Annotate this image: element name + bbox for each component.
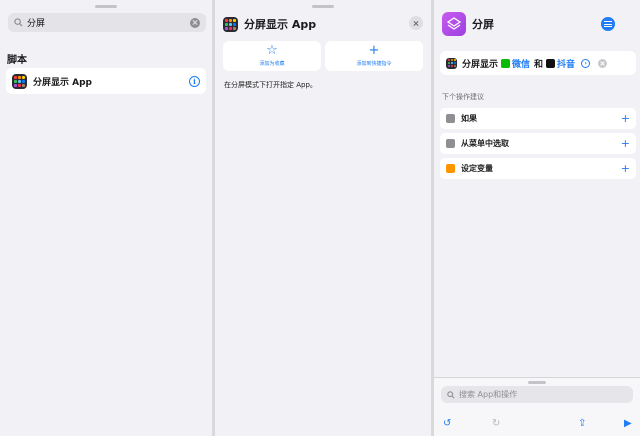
script-detail-panel: 分屏显示 App ☆ 添加为收藏 + 添加到快捷指令 在分屏模式下打开指定 Ap…	[215, 0, 431, 436]
detail-header: 分屏显示 App	[223, 16, 316, 32]
add-to-shortcuts-label: 添加到快捷指令	[356, 61, 392, 67]
plus-icon: +	[368, 43, 380, 58]
app-token-label: 抖音	[557, 59, 576, 70]
search-input[interactable]: 分屏	[27, 16, 190, 29]
info-icon[interactable]: i	[189, 75, 200, 87]
add-icon[interactable]: +	[621, 138, 630, 149]
redo-icon[interactable]: ↻	[492, 418, 500, 430]
add-to-favorites-label: 添加为收藏	[259, 61, 285, 67]
add-to-shortcuts-button[interactable]: + 添加到快捷指令	[325, 41, 423, 71]
suggestion-choose-from-menu[interactable]: 从菜单中选取 +	[440, 133, 636, 154]
menu-icon	[446, 139, 455, 148]
remove-action-icon[interactable]	[598, 58, 608, 68]
settings-icon[interactable]	[601, 17, 615, 31]
douyin-icon	[546, 58, 556, 68]
action-search-input[interactable]: 搜索 App和操作	[459, 389, 517, 400]
add-icon[interactable]: +	[621, 113, 630, 124]
script-description: 在分屏模式下打开指定 App。	[224, 81, 317, 89]
add-icon[interactable]: +	[621, 163, 630, 174]
action-search-sheet: 搜索 App和操作 ↺ ↻ ⇪ ▶	[434, 377, 640, 436]
drag-handle[interactable]	[312, 5, 334, 8]
action-verb: 分屏显示	[462, 59, 499, 70]
shortcut-icon[interactable]	[442, 12, 466, 36]
drag-handle[interactable]	[528, 381, 546, 384]
conjunction: 和	[534, 59, 544, 70]
app-token-wechat[interactable]: 微信	[501, 57, 530, 70]
editor-toolbar: ↺ ↻ ⇪ ▶	[434, 414, 640, 434]
suggestion-label: 设定变量	[461, 164, 493, 173]
app-token-douyin[interactable]: 抖音	[546, 57, 575, 70]
section-title: 脚本	[7, 55, 27, 66]
wechat-icon	[501, 58, 511, 68]
search-icon	[14, 18, 23, 27]
search-bar[interactable]: 分屏	[8, 13, 206, 32]
editor-header: 分屏	[442, 12, 494, 36]
share-icon[interactable]: ⇪	[578, 418, 586, 430]
split-screen-app-icon	[446, 57, 457, 69]
drag-handle[interactable]	[95, 5, 117, 8]
variable-icon	[446, 164, 455, 173]
close-icon[interactable]	[409, 16, 423, 30]
suggestion-set-variable[interactable]: 设定变量 +	[440, 158, 636, 179]
shortcut-editor-panel: 分屏 分屏显示 微信 和 抖音 › 下个操作建议 如果 + 从菜单中选取 + 设…	[434, 0, 640, 436]
star-icon: ☆	[266, 43, 278, 58]
script-item-split-screen[interactable]: 分屏显示 App i	[6, 68, 206, 94]
add-to-favorites-button[interactable]: ☆ 添加为收藏	[223, 41, 321, 71]
search-icon	[447, 390, 455, 399]
script-library-panel: 分屏 脚本 分屏显示 App i	[0, 0, 212, 436]
app-token-label: 微信	[512, 59, 531, 70]
suggestion-if[interactable]: 如果 +	[440, 108, 636, 129]
split-screen-app-icon	[223, 16, 238, 32]
action-search-bar[interactable]: 搜索 App和操作	[441, 386, 633, 403]
suggestions-title: 下个操作建议	[442, 93, 484, 101]
undo-icon[interactable]: ↺	[443, 418, 451, 430]
shortcut-title[interactable]: 分屏	[472, 16, 494, 32]
expand-arrow-icon[interactable]: ›	[581, 58, 591, 68]
split-screen-action-card[interactable]: 分屏显示 微信 和 抖音 ›	[440, 51, 636, 75]
suggestion-label: 如果	[461, 114, 477, 123]
if-icon	[446, 114, 455, 123]
split-screen-app-icon	[12, 73, 27, 89]
suggestion-label: 从菜单中选取	[461, 139, 509, 148]
play-icon[interactable]: ▶	[624, 418, 632, 430]
script-item-label: 分屏显示 App	[33, 77, 92, 88]
clear-search-icon[interactable]	[190, 17, 200, 28]
detail-title: 分屏显示 App	[244, 18, 317, 31]
